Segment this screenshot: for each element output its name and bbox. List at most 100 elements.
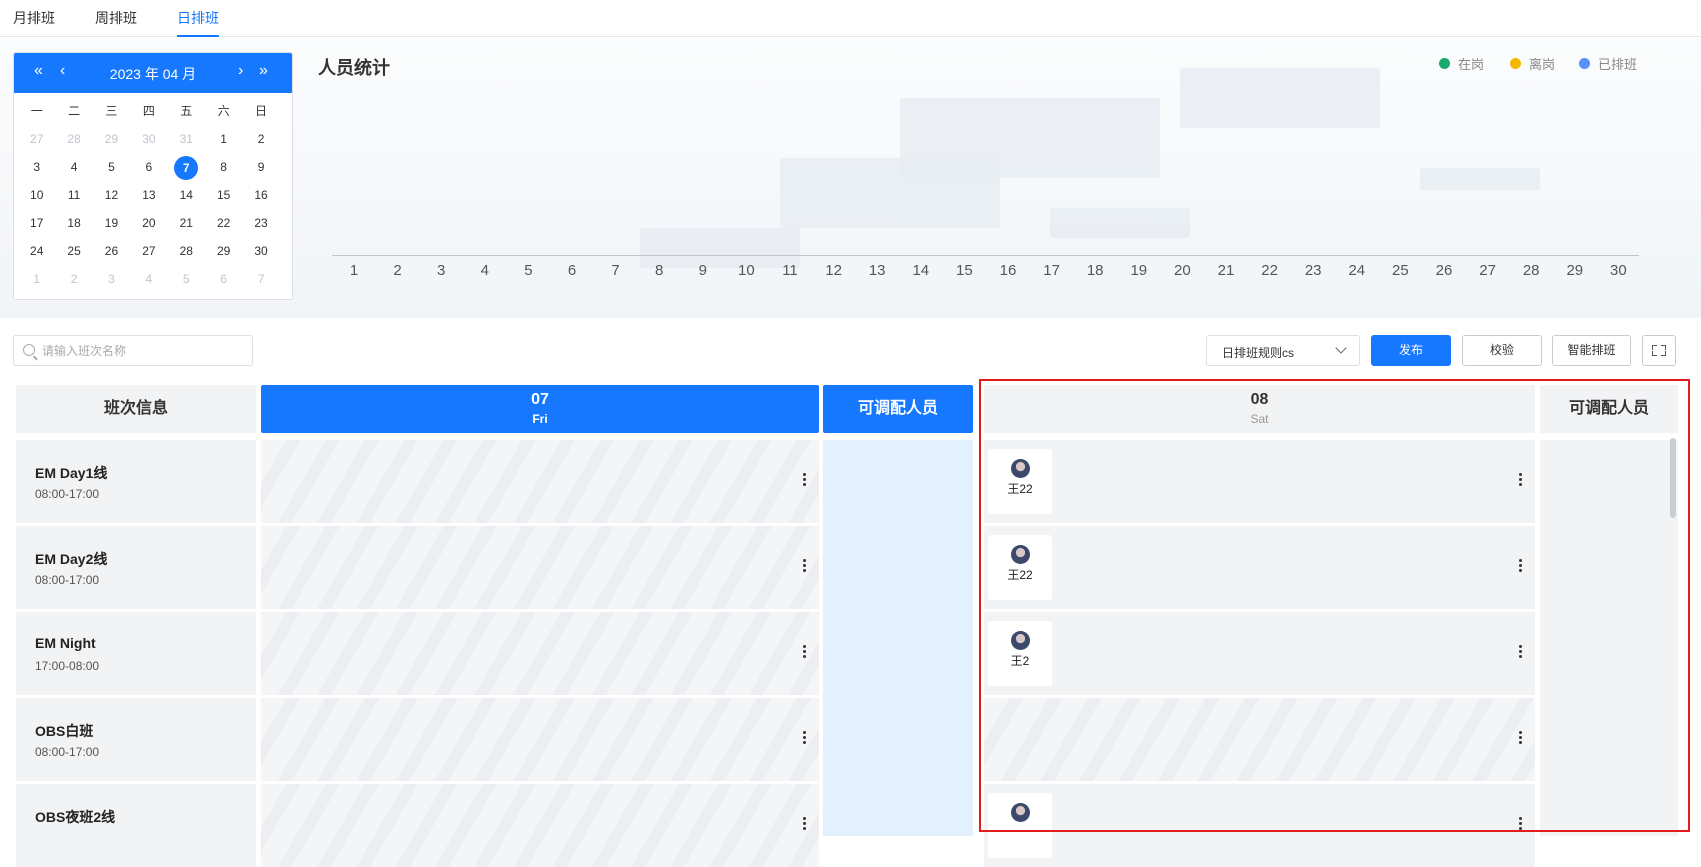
available-staff-column[interactable] (823, 440, 973, 836)
x-axis-tick-label: 18 (1086, 262, 1104, 279)
calendar-day[interactable]: 15 (205, 184, 242, 212)
calendar-day[interactable]: 26 (93, 240, 130, 268)
assigned-staff-card[interactable] (988, 793, 1052, 858)
check-button[interactable]: 校验 (1462, 335, 1542, 366)
day-08-shift-slot[interactable]: 王2 (984, 612, 1535, 695)
calendar-day[interactable]: 6 (130, 156, 167, 184)
more-options-icon[interactable] (1519, 817, 1523, 833)
calendar-day[interactable]: 1 (205, 128, 242, 156)
assigned-staff-card[interactable]: 王22 (988, 449, 1052, 514)
tab-week[interactable]: 周排班 (95, 8, 137, 37)
calendar-day[interactable]: 1 (18, 268, 55, 296)
vertical-scrollbar[interactable] (1670, 438, 1676, 518)
calendar-day[interactable]: 28 (168, 240, 205, 268)
shift-search-input[interactable] (42, 341, 242, 361)
calendar-day[interactable]: 11 (55, 184, 92, 212)
calendar-day[interactable]: 19 (93, 212, 130, 240)
calendar-day[interactable]: 9 (242, 156, 279, 184)
calendar-day[interactable]: 30 (130, 128, 167, 156)
calendar-day[interactable]: 29 (205, 240, 242, 268)
fullscreen-icon[interactable] (1642, 335, 1676, 366)
calendar-day[interactable]: 27 (130, 240, 167, 268)
schedule-rule-select[interactable]: 日排班规则cs (1206, 335, 1360, 366)
calendar-day[interactable]: 29 (93, 128, 130, 156)
weekday-label: 四 (142, 104, 155, 118)
calendar-day[interactable]: 18 (55, 212, 92, 240)
calendar-day[interactable]: 3 (18, 156, 55, 184)
day-07-shift-slot[interactable] (261, 612, 819, 695)
legend-item-off-duty: 离岗 (1510, 54, 1555, 73)
staff-name: 王22 (1007, 482, 1033, 496)
day-08-shift-slot[interactable]: 王22 (984, 526, 1535, 609)
weekday-label: 一 (30, 104, 43, 118)
calendar-day[interactable]: 20 (130, 212, 167, 240)
day-07-shift-slot[interactable] (261, 440, 819, 523)
day-08-shift-slot[interactable] (984, 698, 1535, 781)
more-options-icon[interactable] (803, 645, 807, 661)
more-options-icon[interactable] (803, 559, 807, 575)
weekday-label: 日 (255, 104, 268, 118)
day-08-shift-slot[interactable]: 王22 (984, 440, 1535, 523)
calendar-day[interactable]: 31 (168, 128, 205, 156)
tab-day[interactable]: 日排班 (177, 8, 219, 37)
assigned-staff-card[interactable]: 王22 (988, 535, 1052, 600)
calendar-day[interactable]: 3 (93, 268, 130, 296)
calendar-day[interactable]: 14 (168, 184, 205, 212)
calendar-day-selected[interactable]: 7 (168, 156, 205, 184)
more-options-icon[interactable] (803, 817, 807, 833)
calendar-week-row: 24 25 26 27 28 29 30 (18, 240, 290, 268)
x-axis-tick-label: 13 (868, 262, 886, 279)
tab-month[interactable]: 月排班 (13, 8, 55, 37)
available-staff-column-2[interactable] (1540, 440, 1678, 836)
smart-schedule-button[interactable]: 智能排班 (1552, 335, 1631, 366)
shift-name: OBS白班 (35, 723, 94, 739)
calendar-day[interactable]: 7 (242, 268, 279, 296)
calendar-day[interactable]: 24 (18, 240, 55, 268)
calendar-header: « ‹ 2023 年 04 月 › » (14, 53, 292, 93)
calendar-day[interactable]: 4 (130, 268, 167, 296)
x-axis-tick-label: 24 (1348, 262, 1366, 279)
day-08-shift-slot[interactable] (984, 784, 1535, 867)
x-axis-tick-label: 10 (738, 262, 755, 279)
calendar-day[interactable]: 2 (242, 128, 279, 156)
day-07-shift-slot[interactable] (261, 526, 819, 609)
more-options-icon[interactable] (803, 473, 807, 489)
calendar-day[interactable]: 21 (168, 212, 205, 240)
calendar-day[interactable]: 25 (55, 240, 92, 268)
x-axis-tick-label: 1 (349, 262, 359, 279)
calendar-day[interactable]: 17 (18, 212, 55, 240)
day-07-shift-slot[interactable] (261, 784, 819, 867)
more-options-icon[interactable] (1519, 559, 1523, 575)
next-month-icon[interactable]: › (238, 62, 243, 80)
calendar-day[interactable]: 10 (18, 184, 55, 212)
more-options-icon[interactable] (1519, 645, 1523, 661)
day-08-header[interactable]: 08 Sat (984, 385, 1535, 433)
calendar-day[interactable]: 27 (18, 128, 55, 156)
more-options-icon[interactable] (1519, 473, 1523, 489)
calendar-day[interactable]: 16 (242, 184, 279, 212)
calendar-day[interactable]: 13 (130, 184, 167, 212)
calendar-day[interactable]: 8 (205, 156, 242, 184)
next-year-icon[interactable]: » (259, 62, 268, 80)
x-axis-tick-label: 12 (825, 262, 842, 279)
publish-button[interactable]: 发布 (1371, 335, 1451, 366)
calendar-day[interactable]: 12 (93, 184, 130, 212)
calendar-week-row: 3456789 (18, 156, 290, 184)
weekday-label: 三 (105, 104, 118, 118)
calendar-day[interactable]: 2 (55, 268, 92, 296)
day-07-shift-slot[interactable] (261, 698, 819, 781)
calendar-day[interactable]: 28 (55, 128, 92, 156)
more-options-icon[interactable] (803, 731, 807, 747)
shift-name: EM Day1线 (35, 465, 108, 481)
calendar-day[interactable]: 5 (168, 268, 205, 296)
calendar-day[interactable]: 4 (55, 156, 92, 184)
day-07-header[interactable]: 07 Fri (261, 385, 819, 433)
calendar-day[interactable]: 30 (242, 240, 279, 268)
calendar-day[interactable]: 5 (93, 156, 130, 184)
assigned-staff-card[interactable]: 王2 (988, 621, 1052, 686)
calendar-day[interactable]: 23 (242, 212, 279, 240)
calendar-day[interactable]: 6 (205, 268, 242, 296)
calendar-day[interactable]: 22 (205, 212, 242, 240)
shift-search-box[interactable] (13, 335, 253, 366)
more-options-icon[interactable] (1519, 731, 1523, 747)
